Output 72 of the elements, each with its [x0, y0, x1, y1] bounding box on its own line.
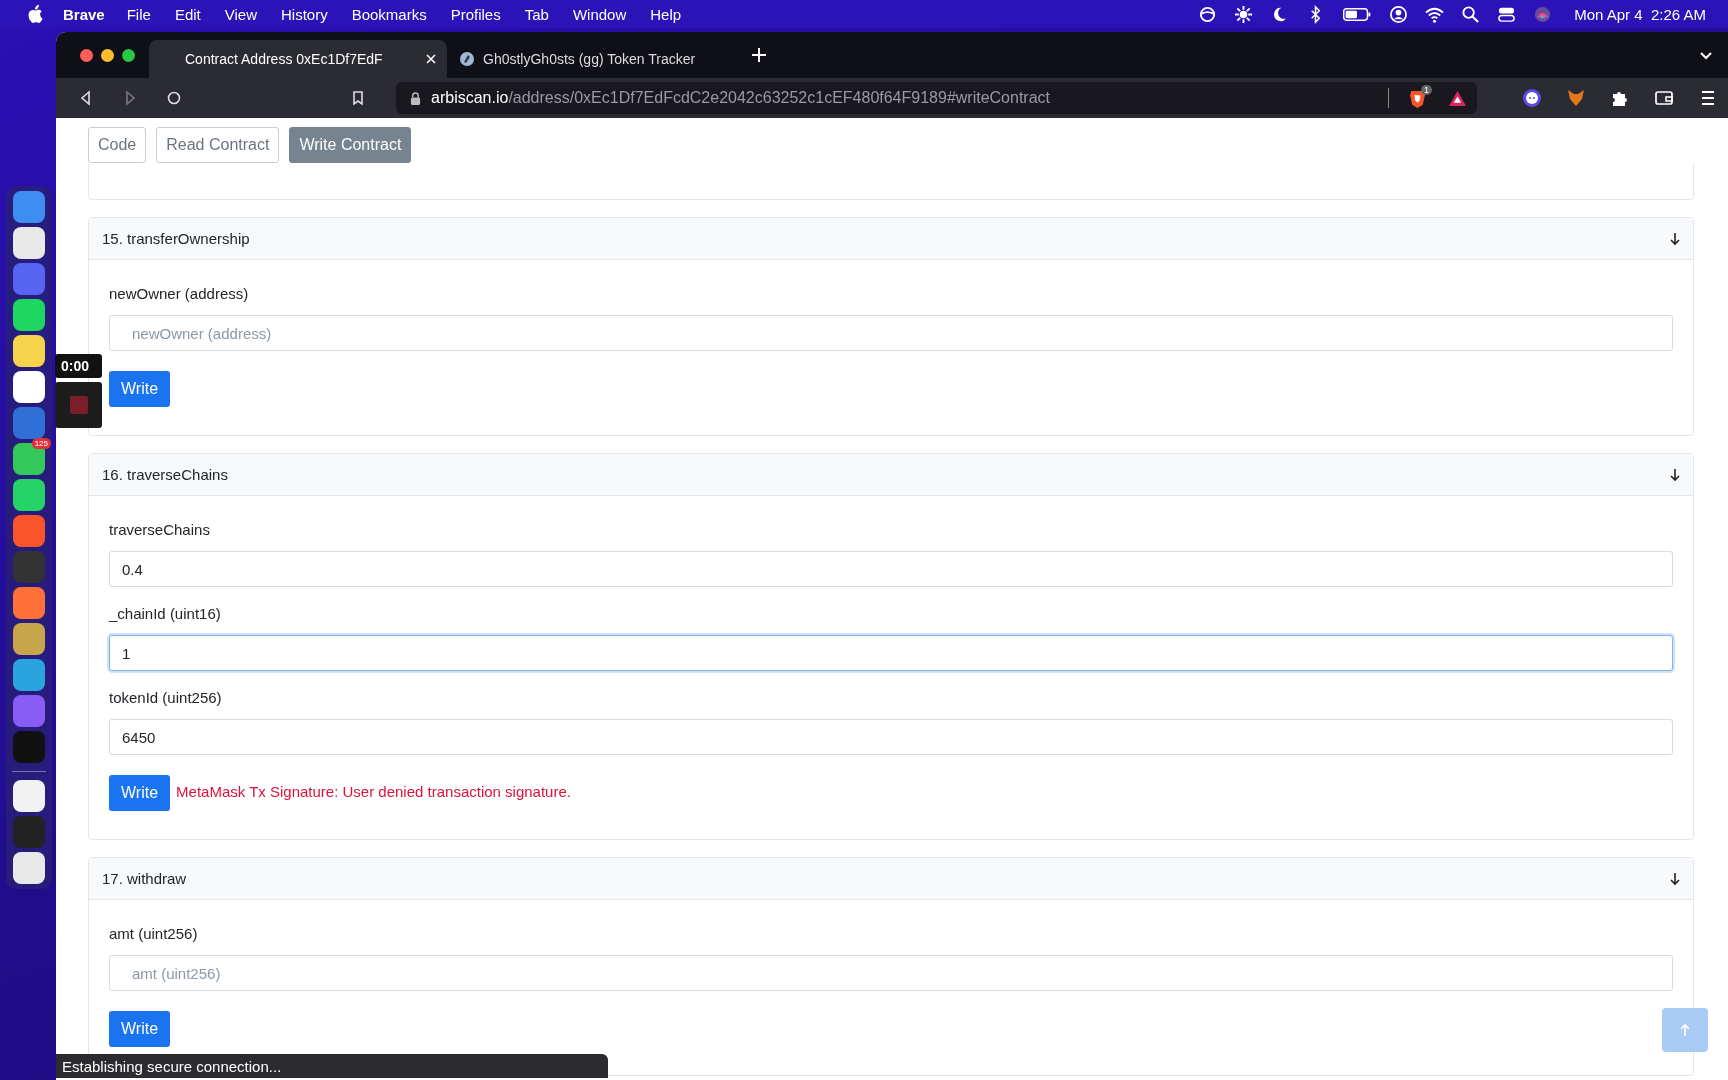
menu-item[interactable]: File — [126, 5, 151, 23]
new-tab-icon[interactable] — [751, 47, 767, 63]
input-field[interactable]: newOwner (address) — [109, 315, 1673, 351]
window-thumbnail[interactable] — [13, 816, 45, 848]
bookmark-icon[interactable] — [350, 90, 366, 106]
site-icon — [459, 51, 475, 67]
menu-item[interactable]: View — [224, 5, 257, 23]
arrow-down-icon — [1669, 871, 1681, 886]
recording-timer: 0:00 — [55, 354, 102, 378]
browser-tab[interactable]: Contract Address 0xEc1Df7EdF — [149, 40, 447, 78]
window-thumbnail[interactable] — [13, 852, 45, 884]
app-icon[interactable] — [13, 227, 45, 259]
close-icon[interactable] — [425, 53, 437, 65]
address-bar[interactable]: arbiscan.io/address/0xEc1Df7EdFcdC2e2042c63252c1cEF480f64F9189#writeContract 1 — [396, 82, 1477, 114]
menu-item[interactable]: Bookmarks — [351, 5, 427, 23]
user-icon[interactable] — [1389, 4, 1409, 24]
write-button[interactable]: Write — [109, 1011, 171, 1047]
contract-tab[interactable]: Write Contract — [289, 127, 412, 163]
function-header[interactable]: 15. transferOwnership — [89, 218, 1693, 260]
close-window-button[interactable] — [80, 48, 93, 62]
sun-icon[interactable] — [1234, 4, 1254, 24]
url-text: arbiscan.io/address/0xEc1Df7EdFcdC2e2042c63252c1cEF480f64F9189#writeContract — [431, 89, 1051, 107]
triangle-icon[interactable] — [1448, 89, 1467, 107]
field-label: _chainId (uint16) — [109, 605, 222, 622]
orb-icon[interactable] — [1533, 4, 1553, 24]
menu-item[interactable]: Tab — [524, 5, 549, 23]
lion-shield-icon[interactable] — [1409, 88, 1426, 108]
circle-icon[interactable] — [1198, 4, 1218, 24]
app-icon[interactable] — [13, 479, 45, 511]
browser-tab[interactable]: Gh0stlyGh0sts (gg) Token Tracker — [447, 40, 739, 78]
app-menu[interactable]: Brave — [63, 5, 105, 23]
arrow-down-icon — [1669, 231, 1681, 246]
input-field[interactable]: 0.4 — [109, 551, 1673, 587]
fox-icon[interactable] — [1566, 88, 1586, 108]
function-header[interactable]: 16. traverseChains — [89, 454, 1693, 496]
app-icon[interactable] — [13, 335, 45, 367]
wallet-icon[interactable] — [1654, 88, 1674, 108]
reload-icon[interactable] — [166, 90, 182, 106]
notification-badge: 125 — [31, 438, 51, 449]
field-label: amt (uint256) — [109, 925, 199, 942]
menu-item[interactable]: Edit — [174, 5, 201, 23]
zoom-button[interactable] — [122, 48, 135, 62]
clock[interactable]: Mon Apr 4 2:26 AM — [1574, 5, 1706, 23]
write-button[interactable]: Write — [109, 371, 171, 407]
menu-item[interactable]: Profiles — [450, 5, 501, 23]
field-label: tokenId (uint256) — [109, 689, 223, 706]
app-icon[interactable] — [13, 299, 45, 331]
status-bar: Establishing secure connection... — [56, 1054, 608, 1078]
write-button[interactable]: Write — [109, 775, 171, 811]
input-field[interactable]: 6450 — [109, 719, 1673, 755]
field-label: traverseChains — [109, 521, 211, 538]
input-field[interactable]: amt (uint256) — [109, 955, 1673, 991]
contract-tab[interactable]: Code — [88, 127, 147, 163]
search-icon[interactable] — [1461, 4, 1481, 24]
arrow-down-icon — [1669, 467, 1681, 482]
menu-item[interactable]: History — [281, 5, 328, 23]
arrow-up-icon — [1679, 1023, 1691, 1037]
contract-tab[interactable]: Read Contract — [156, 127, 280, 163]
menu-item[interactable]: Help — [650, 5, 682, 23]
menu-item[interactable]: Window — [572, 5, 627, 23]
field-label: newOwner (address) — [109, 285, 250, 302]
app-icon[interactable] — [13, 623, 45, 655]
lock-icon — [410, 91, 421, 105]
count-badge: 1 — [1421, 84, 1432, 95]
apple-icon[interactable] — [26, 4, 43, 24]
app-icon[interactable] — [13, 371, 45, 403]
function-header[interactable]: 17. withdraw — [89, 858, 1693, 900]
error-message: MetaMask Tx Signature: User denied transaction signature. — [176, 782, 571, 800]
ghost-icon[interactable] — [1522, 88, 1542, 108]
window-thumbnail[interactable] — [13, 780, 45, 812]
input-field[interactable]: 1 — [109, 635, 1673, 671]
minimize-button[interactable] — [101, 48, 114, 62]
